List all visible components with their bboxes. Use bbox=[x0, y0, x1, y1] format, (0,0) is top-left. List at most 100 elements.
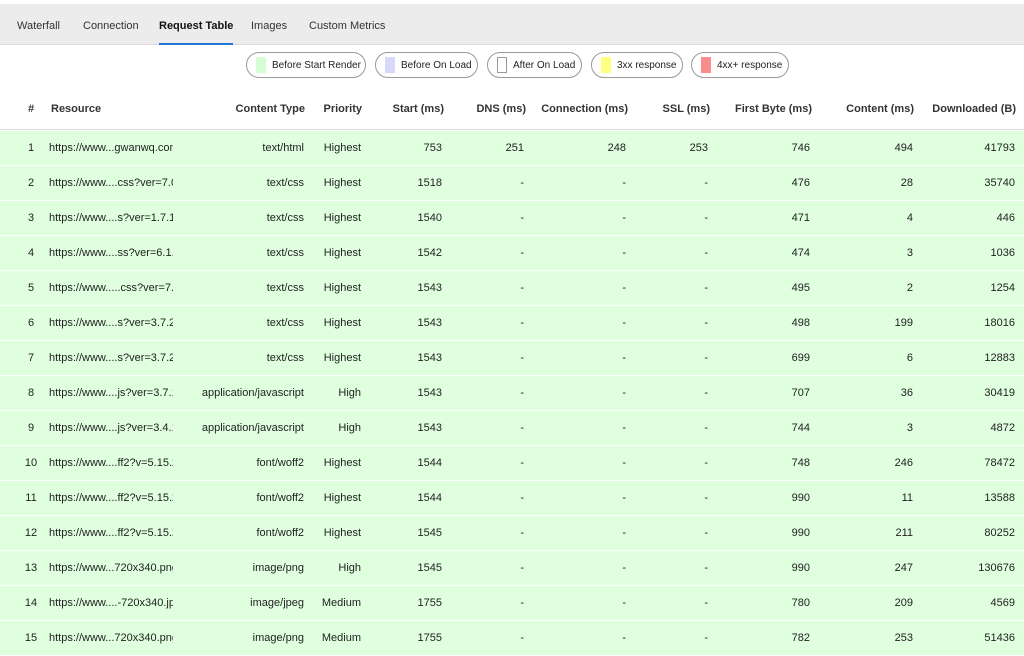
tab-custom-metrics[interactable]: Custom Metrics bbox=[309, 4, 385, 45]
tab-connection[interactable]: Connection bbox=[83, 4, 139, 45]
column-header-resource[interactable]: Resource bbox=[51, 88, 171, 130]
cell-content-type: text/css bbox=[266, 212, 304, 224]
cell-number: 14 bbox=[24, 597, 38, 609]
table-row[interactable]: 6 https://www....s?ver=3.7.2 text/css Highe… bbox=[0, 306, 1024, 341]
cell-dns: - bbox=[520, 422, 524, 434]
column-header-content[interactable]: Content (ms) bbox=[822, 88, 914, 130]
table-row[interactable]: 9 https://www....js?ver=3.4.1 application/… bbox=[0, 411, 1024, 446]
legend-swatch bbox=[701, 57, 711, 73]
cell-dns: 251 bbox=[505, 142, 524, 154]
legend-label: Before Start Render bbox=[272, 59, 361, 71]
cell-ssl: - bbox=[704, 387, 708, 399]
cell-content: 211 bbox=[895, 527, 913, 539]
color-legend: Before Start Render Before On Load After… bbox=[0, 52, 1024, 79]
cell-first-byte: 476 bbox=[791, 177, 810, 189]
column-header-ssl[interactable]: SSL (ms) bbox=[636, 88, 710, 130]
table-row[interactable]: 10 https://www....ff2?v=5.15.2 font/woff2 H… bbox=[0, 446, 1024, 481]
cell-resource: https://www....css?ver=7.0 bbox=[49, 177, 173, 189]
cell-dns: - bbox=[520, 632, 524, 644]
table-row[interactable]: 1 https://www...gwanwq.com text/html Highes… bbox=[0, 131, 1024, 166]
cell-number: 3 bbox=[27, 212, 35, 224]
table-row[interactable]: 3 https://www....s?ver=1.7.1 text/css Highe… bbox=[0, 201, 1024, 236]
cell-downloaded: 51436 bbox=[984, 632, 1015, 644]
cell-resource: https://www...720x340.png bbox=[49, 632, 173, 644]
table-row[interactable]: 12 https://www....ff2?v=5.15.2 font/woff2 H… bbox=[0, 516, 1024, 551]
cell-first-byte: 495 bbox=[791, 282, 810, 294]
table-row[interactable]: 14 https://www....-720x340.jpg image/jpeg M… bbox=[0, 586, 1024, 621]
cell-content: 2 bbox=[906, 282, 913, 294]
cell-start: 1755 bbox=[417, 597, 442, 609]
cell-content-type: text/css bbox=[266, 177, 304, 189]
cell-content-type: application/javascript bbox=[201, 422, 304, 434]
cell-connection: - bbox=[622, 597, 626, 609]
cell-first-byte: 782 bbox=[791, 632, 810, 644]
cell-content-type: font/woff2 bbox=[256, 527, 305, 539]
cell-dns: - bbox=[520, 457, 524, 469]
legend-swatch bbox=[601, 57, 611, 73]
cell-ssl: - bbox=[704, 317, 708, 329]
column-header-number[interactable]: # bbox=[20, 88, 42, 130]
cell-start: 1755 bbox=[417, 632, 442, 644]
cell-priority: Highest bbox=[323, 212, 361, 224]
cell-downloaded: 1036 bbox=[990, 247, 1015, 259]
table-row[interactable]: 4 https://www....ss?ver=6.1. text/css Highe… bbox=[0, 236, 1024, 271]
table-row[interactable]: 7 https://www....s?ver=3.7.2 text/css Highe… bbox=[0, 341, 1024, 376]
column-header-first-byte[interactable]: First Byte (ms) bbox=[718, 88, 812, 130]
cell-ssl: - bbox=[704, 212, 708, 224]
cell-ssl: - bbox=[704, 422, 708, 434]
cell-content: 3 bbox=[906, 422, 913, 434]
cell-downloaded: 18016 bbox=[984, 317, 1015, 329]
cell-start: 1518 bbox=[417, 177, 442, 189]
cell-start: 753 bbox=[423, 142, 442, 154]
tab-request-table[interactable]: Request Table bbox=[159, 4, 234, 45]
cell-number: 9 bbox=[27, 422, 35, 434]
column-header-downloaded[interactable]: Downloaded (B) bbox=[922, 88, 1016, 130]
table-row[interactable]: 5 https://www.....css?ver=7.0 text/css High… bbox=[0, 271, 1024, 306]
cell-number: 6 bbox=[27, 317, 35, 329]
cell-resource: https://www...720x340.png bbox=[49, 562, 173, 574]
table-row[interactable]: 11 https://www....ff2?v=5.15.2 font/woff2 H… bbox=[0, 481, 1024, 516]
cell-dns: - bbox=[520, 247, 524, 259]
cell-start: 1543 bbox=[417, 317, 442, 329]
cell-number: 10 bbox=[24, 457, 38, 469]
cell-connection: - bbox=[622, 387, 626, 399]
legend-before-on-load[interactable]: Before On Load bbox=[375, 52, 478, 78]
cell-connection: - bbox=[622, 317, 626, 329]
cell-dns: - bbox=[520, 212, 524, 224]
cell-connection: - bbox=[622, 247, 626, 259]
legend-label: 3xx response bbox=[617, 59, 677, 71]
cell-downloaded: 80252 bbox=[984, 527, 1015, 539]
cell-first-byte: 990 bbox=[791, 527, 810, 539]
cell-content: 4 bbox=[906, 212, 913, 224]
column-header-dns[interactable]: DNS (ms) bbox=[455, 88, 526, 130]
legend-3xx-response[interactable]: 3xx response bbox=[591, 52, 683, 78]
legend-before-start-render[interactable]: Before Start Render bbox=[246, 52, 366, 78]
column-header-start[interactable]: Start (ms) bbox=[370, 88, 444, 130]
cell-downloaded: 35740 bbox=[984, 177, 1015, 189]
cell-content: 247 bbox=[894, 562, 913, 574]
cell-priority: Highest bbox=[323, 352, 361, 364]
column-header-content-type[interactable]: Content Type bbox=[180, 88, 305, 130]
cell-ssl: - bbox=[704, 177, 708, 189]
cell-downloaded: 4569 bbox=[990, 597, 1015, 609]
cell-downloaded: 1254 bbox=[990, 282, 1015, 294]
cell-content-type: text/html bbox=[262, 142, 304, 154]
column-header-priority[interactable]: Priority bbox=[310, 88, 362, 130]
cell-content: 494 bbox=[894, 142, 913, 154]
column-header-connection[interactable]: Connection (ms) bbox=[534, 88, 628, 130]
tab-waterfall[interactable]: Waterfall bbox=[17, 4, 60, 45]
table-row[interactable]: 15 https://www...720x340.png image/png Medi… bbox=[0, 621, 1024, 656]
legend-after-on-load[interactable]: After On Load bbox=[487, 52, 582, 78]
tab-images[interactable]: Images bbox=[251, 4, 287, 45]
cell-dns: - bbox=[520, 352, 524, 364]
legend-4xx-response[interactable]: 4xx+ response bbox=[691, 52, 789, 78]
cell-priority: Highest bbox=[323, 282, 361, 294]
table-header: # Resource Content Type Priority Start (… bbox=[0, 88, 1024, 130]
table-row[interactable]: 2 https://www....css?ver=7.0 text/css Highe… bbox=[0, 166, 1024, 201]
cell-first-byte: 744 bbox=[791, 422, 810, 434]
cell-content-type: text/css bbox=[266, 352, 304, 364]
table-row[interactable]: 13 https://www...720x340.png image/png High… bbox=[0, 551, 1024, 586]
cell-resource: https://www...gwanwq.com bbox=[49, 142, 173, 154]
table-row[interactable]: 8 https://www....js?ver=3.7.1 application/… bbox=[0, 376, 1024, 411]
legend-swatch bbox=[497, 57, 507, 73]
